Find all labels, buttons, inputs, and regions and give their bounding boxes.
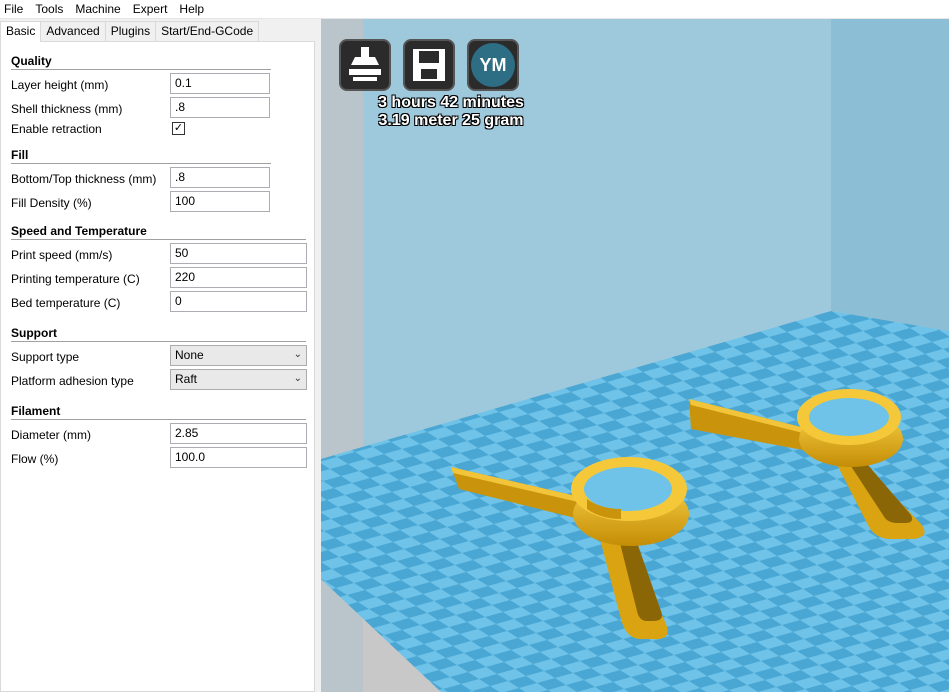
side-wall xyxy=(831,19,949,331)
printing-temperature-input[interactable]: 220 xyxy=(170,267,307,288)
save-icon xyxy=(413,49,445,81)
menu-tools[interactable]: Tools xyxy=(35,2,71,16)
section-divider xyxy=(11,239,306,240)
section-divider xyxy=(11,69,271,70)
chevron-down-icon: ⌄ xyxy=(293,373,302,384)
printing-temperature-label: Printing temperature (C) xyxy=(11,272,140,286)
platform-adhesion-select[interactable]: Raft ⌄ xyxy=(170,369,307,390)
basic-settings-panel: Quality Layer height (mm) 0.1 Shell thic… xyxy=(0,41,315,692)
support-type-value: None xyxy=(175,348,204,362)
support-type-select[interactable]: None ⌄ xyxy=(170,345,307,366)
menu-bar: File Tools Machine Expert Help xyxy=(0,0,949,19)
section-support: Support xyxy=(11,326,57,340)
flow-input[interactable]: 100.0 xyxy=(170,447,307,468)
tab-advanced[interactable]: Advanced xyxy=(40,21,106,41)
section-fill: Fill xyxy=(11,148,29,162)
diameter-input[interactable]: 2.85 xyxy=(170,423,307,444)
section-quality: Quality xyxy=(11,54,52,68)
shell-thickness-input[interactable]: .8 xyxy=(170,97,270,118)
settings-tabs: Basic Advanced Plugins Start/End-GCode xyxy=(0,21,260,42)
layer-height-label: Layer height (mm) xyxy=(11,78,109,92)
bed-temperature-input[interactable]: 0 xyxy=(170,291,307,312)
section-speed-temperature: Speed and Temperature xyxy=(11,224,147,238)
fill-density-input[interactable]: 100 xyxy=(170,191,270,212)
section-divider xyxy=(11,419,306,420)
section-divider xyxy=(11,163,271,164)
enable-retraction-checkbox[interactable]: ✓ xyxy=(172,122,185,135)
material-usage-text: 3.19 meter 25 gram xyxy=(378,112,524,129)
settings-pane: Basic Advanced Plugins Start/End-GCode Q… xyxy=(0,19,320,692)
section-divider xyxy=(11,341,306,342)
menu-help[interactable]: Help xyxy=(179,2,212,16)
platform-adhesion-label: Platform adhesion type xyxy=(11,374,134,388)
menu-file[interactable]: File xyxy=(4,2,31,16)
flow-label: Flow (%) xyxy=(11,452,59,466)
load-model-button[interactable] xyxy=(339,39,391,91)
tab-plugins[interactable]: Plugins xyxy=(104,21,157,41)
bottom-top-thickness-label: Bottom/Top thickness (mm) xyxy=(11,172,157,186)
tab-start-end-gcode[interactable]: Start/End-GCode xyxy=(155,21,260,41)
chevron-down-icon: ⌄ xyxy=(293,349,302,360)
checkmark-icon: ✓ xyxy=(173,122,184,134)
diameter-label: Diameter (mm) xyxy=(11,428,91,442)
print-speed-input[interactable]: 50 xyxy=(170,243,307,264)
3d-viewport[interactable]: YM 3 hours 42 minutes 3.19 meter 25 gram xyxy=(321,19,949,692)
tab-basic[interactable]: Basic xyxy=(0,21,42,42)
section-filament: Filament xyxy=(11,404,61,418)
print-speed-label: Print speed (mm/s) xyxy=(11,248,113,262)
print-time-text: 3 hours 42 minutes xyxy=(378,94,524,111)
menu-expert[interactable]: Expert xyxy=(133,2,176,16)
layer-height-input[interactable]: 0.1 xyxy=(170,73,270,94)
bed-temperature-label: Bed temperature (C) xyxy=(11,296,121,310)
shell-thickness-label: Shell thickness (mm) xyxy=(11,102,123,116)
platform-adhesion-value: Raft xyxy=(175,372,198,386)
enable-retraction-label: Enable retraction xyxy=(11,122,102,136)
bottom-top-thickness-input[interactable]: .8 xyxy=(170,167,270,188)
view-mode-button[interactable]: YM xyxy=(467,39,519,91)
view-mode-icon: YM xyxy=(471,43,515,87)
support-type-label: Support type xyxy=(11,350,80,364)
load-model-icon xyxy=(349,47,381,81)
save-gcode-button[interactable] xyxy=(403,39,455,91)
fill-density-label: Fill Density (%) xyxy=(11,196,92,210)
menu-machine[interactable]: Machine xyxy=(75,2,128,16)
